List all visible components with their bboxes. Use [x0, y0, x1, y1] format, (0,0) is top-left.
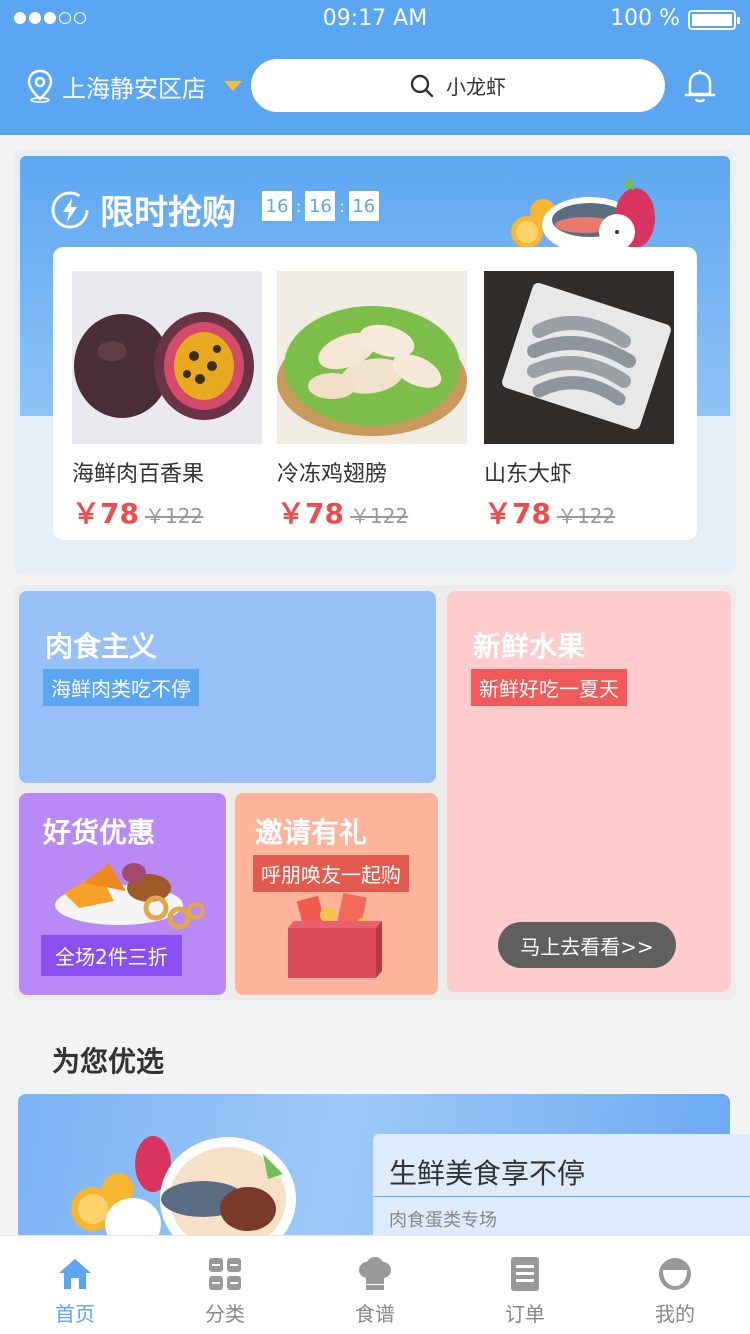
product-image	[484, 271, 674, 444]
category-icon	[209, 1258, 241, 1290]
store-selector[interactable]: 上海静安区店	[26, 68, 242, 104]
view-more-button[interactable]: 马上去看看>>	[498, 922, 676, 968]
tab-category[interactable]: 分类	[150, 1236, 300, 1334]
tile-fruit[interactable]: 新鲜水果 新鲜好吃一夏天 马上去看看>>	[447, 591, 731, 992]
product-original-price: ￥122	[144, 504, 204, 528]
flash-sale-products: 海鲜肉百香果 ￥78 ￥122 冷冻鸡翅膀 ￥78 ￥122 山东大虾 ￥78 …	[53, 247, 697, 540]
tab-orders[interactable]: 订单	[450, 1236, 600, 1334]
countdown-seconds: 16	[348, 191, 379, 221]
tile-meat[interactable]: 肉食主义 海鲜肉类吃不停	[19, 591, 436, 783]
location-pin-icon	[27, 69, 53, 103]
tab-label: 食谱	[355, 1302, 395, 1326]
lightning-icon	[51, 191, 89, 228]
product-card-passion-fruit[interactable]: 海鲜肉百香果 ￥78 ￥122	[72, 271, 262, 532]
flash-sale-title: 限时抢购	[50, 185, 236, 234]
product-card-shrimp[interactable]: 山东大虾 ￥78 ￥122	[484, 271, 674, 532]
search-icon	[410, 74, 434, 97]
store-name: 上海静安区店	[62, 74, 206, 103]
chevron-down-icon	[224, 81, 242, 91]
tile-invite[interactable]: 邀请有礼 呼朋唤友一起购	[235, 793, 438, 995]
profile-icon	[659, 1258, 691, 1290]
tab-home[interactable]: 首页	[0, 1236, 150, 1334]
tab-label: 我的	[655, 1302, 695, 1326]
product-image	[72, 271, 262, 444]
recommend-banner-card[interactable]: 生鲜美食享不停 肉食蛋类专场	[373, 1134, 750, 1244]
product-price: ￥78	[277, 497, 344, 530]
tile-fruit-title: 新鲜水果	[473, 630, 586, 663]
tile-meat-title: 肉食主义	[45, 630, 158, 663]
tab-label: 首页	[55, 1302, 95, 1326]
banner-title: 生鲜美食享不停	[389, 1157, 586, 1190]
chef-hat-icon	[359, 1257, 391, 1290]
order-icon	[511, 1257, 539, 1291]
battery-icon	[688, 10, 740, 30]
product-price: ￥78	[72, 497, 139, 530]
product-name: 海鲜肉百香果	[72, 462, 205, 487]
product-card-chicken-wings[interactable]: 冷冻鸡翅膀 ￥78 ￥122	[277, 271, 467, 532]
tile-invite-title: 邀请有礼	[255, 816, 368, 849]
product-name: 山东大虾	[484, 462, 573, 487]
product-image	[277, 271, 467, 444]
bottom-tab-bar: 首页 分类 食谱 订单 我的	[0, 1235, 750, 1334]
tile-meat-tag: 海鲜肉类吃不停	[43, 669, 199, 706]
food-plate-illustration	[55, 863, 204, 930]
product-name: 冷冻鸡翅膀	[277, 462, 388, 487]
tile-deals[interactable]: 好货优惠 全场2件三折	[19, 793, 226, 995]
recommend-title: 为您优选	[52, 1045, 165, 1078]
home-icon	[59, 1259, 91, 1289]
flash-sale-title-text: 限时抢购	[100, 193, 236, 233]
tile-invite-tag: 呼朋唤友一起购	[253, 855, 409, 892]
countdown-timer: 16 : 16 : 16	[262, 191, 379, 221]
search-input[interactable]: 小龙虾	[251, 59, 665, 112]
bell-icon[interactable]	[684, 68, 716, 104]
product-original-price: ￥122	[349, 504, 409, 528]
battery-percent: 100 %	[610, 6, 680, 31]
banner-subtitle: 肉食蛋类专场	[389, 1210, 497, 1231]
fish-fruit-illustration	[511, 175, 655, 250]
status-bar: 09:17 AM 100 %	[0, 0, 750, 38]
countdown-minutes: 16	[305, 191, 336, 221]
gift-box-illustration	[288, 893, 382, 978]
tile-deals-title: 好货优惠	[43, 816, 156, 849]
tab-profile[interactable]: 我的	[600, 1236, 750, 1334]
search-placeholder: 小龙虾	[446, 75, 506, 99]
product-price: ￥78	[484, 497, 551, 530]
product-original-price: ￥122	[556, 504, 616, 528]
tile-fruit-tag: 新鲜好吃一夏天	[471, 669, 627, 706]
countdown-hours: 16	[262, 191, 292, 221]
tab-recipes[interactable]: 食谱	[300, 1236, 450, 1334]
tab-label: 订单	[505, 1302, 545, 1326]
tile-deals-tag: 全场2件三折	[41, 935, 182, 976]
tab-label: 分类	[205, 1302, 245, 1326]
